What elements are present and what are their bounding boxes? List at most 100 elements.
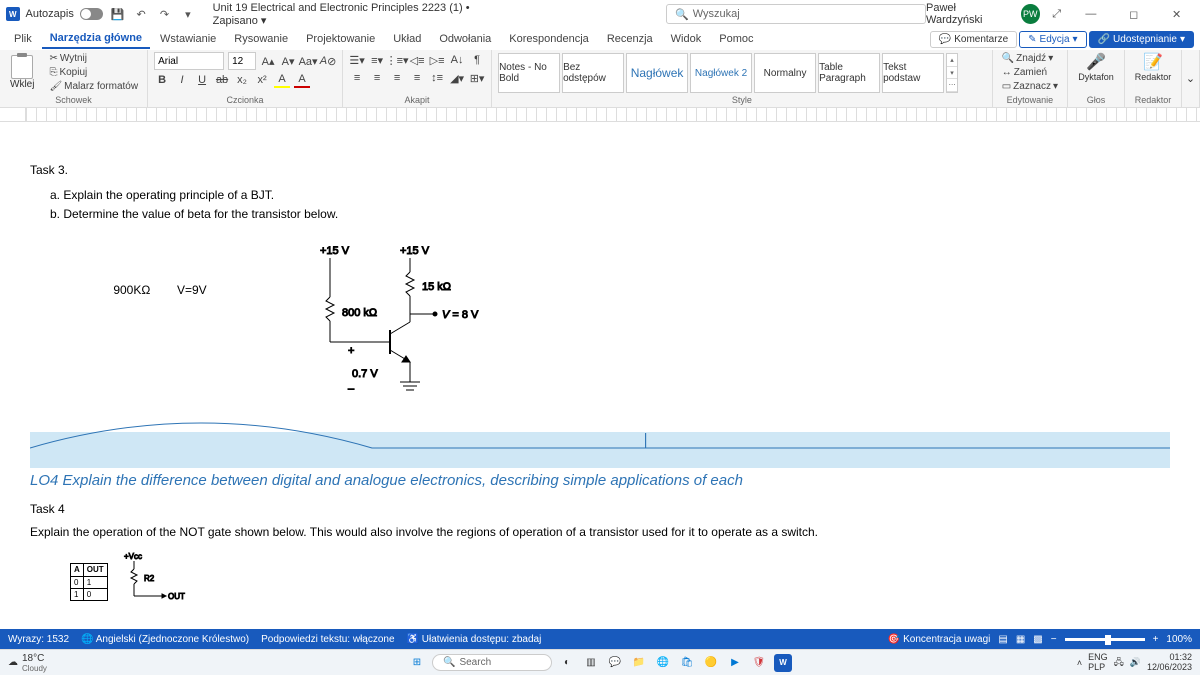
ruler[interactable] (0, 108, 1200, 122)
tray-chevron-icon[interactable]: ˄ (1077, 658, 1082, 668)
styles-scroll[interactable]: ▴▾⋯ (946, 53, 958, 93)
word-taskbar-icon[interactable]: W (774, 654, 792, 672)
multilevel-button[interactable]: ⋮≡▾ (389, 52, 405, 68)
style-item[interactable]: Bez odstępów (562, 53, 624, 93)
align-right-button[interactable]: ≡ (389, 70, 405, 86)
accessibility-status[interactable]: ♿ Ułatwienia dostępu: zbadaj (407, 634, 542, 645)
tab-insert[interactable]: Wstawianie (152, 30, 224, 48)
shrink-font-button[interactable]: A▾ (280, 53, 296, 69)
tab-draw[interactable]: Rysowanie (226, 30, 296, 48)
redo-icon[interactable]: ↷ (156, 5, 173, 23)
zoom-level[interactable]: 100% (1166, 634, 1192, 645)
maximize-button[interactable]: ◻ (1116, 2, 1151, 26)
edge-icon[interactable]: 🌐 (654, 654, 672, 672)
volume-icon[interactable]: 🔊 (1130, 657, 1141, 668)
bullets-button[interactable]: ☰▾ (349, 52, 365, 68)
start-button[interactable]: ⊞ (408, 654, 426, 672)
style-item[interactable]: Nagłówek 2 (690, 53, 752, 93)
app-icon[interactable]: ▶ (726, 654, 744, 672)
word-count[interactable]: Wyrazy: 1532 (8, 634, 69, 645)
editing-mode-button[interactable]: ✎ Edycja ▾ (1019, 31, 1086, 48)
view-web-icon[interactable]: ▩ (1033, 634, 1042, 645)
font-color-button[interactable]: A (294, 72, 310, 88)
document-title[interactable]: Unit 19 Electrical and Electronic Princi… (213, 2, 516, 27)
user-avatar[interactable]: PW (1021, 4, 1040, 24)
network-icon[interactable]: 🖧 (1114, 655, 1124, 671)
zoom-out[interactable]: − (1051, 634, 1057, 645)
editor-button[interactable]: 📝 Redaktor (1131, 52, 1175, 82)
zoom-in[interactable]: + (1153, 634, 1159, 645)
system-clock[interactable]: 01:32 12/06/2023 (1147, 653, 1192, 673)
focus-mode[interactable]: 🎯 Koncentracja uwagi (888, 634, 991, 645)
security-icon[interactable]: 🛡 (750, 654, 768, 672)
input-lang2[interactable]: PLP (1088, 663, 1108, 673)
sort-button[interactable]: A↓ (449, 52, 465, 68)
undo-icon[interactable]: ↶ (132, 5, 149, 23)
style-item[interactable]: Table Paragraph (818, 53, 880, 93)
share-button[interactable]: 🔗 Udostępnianie ▾ (1089, 31, 1194, 48)
document-area[interactable]: Task 3. a. Explain the operating princip… (0, 108, 1200, 629)
text-predictions[interactable]: Podpowiedzi tekstu: włączone (261, 634, 394, 645)
style-item[interactable]: Normalny (754, 53, 816, 93)
show-marks-button[interactable]: ¶ (469, 52, 485, 68)
search-box[interactable]: 🔍 Wyszukaj (666, 4, 926, 24)
numbering-button[interactable]: ≡▾ (369, 52, 385, 68)
tab-layout[interactable]: Układ (385, 30, 429, 48)
increase-indent-button[interactable]: ▷≡ (429, 52, 445, 68)
save-icon[interactable]: 💾 (109, 5, 126, 23)
tab-view[interactable]: Widok (663, 30, 710, 48)
view-read-icon[interactable]: ▤ (998, 634, 1007, 645)
dictate-button[interactable]: 🎤 Dyktafon (1074, 52, 1118, 82)
change-case-button[interactable]: Aa▾ (300, 53, 316, 69)
tab-references[interactable]: Odwołania (431, 30, 499, 48)
font-name-select[interactable] (154, 52, 224, 70)
collapse-ribbon[interactable]: ⌄ (1182, 50, 1200, 107)
highlight-button[interactable]: A (274, 72, 290, 88)
task-view-icon[interactable]: ▥ (582, 654, 600, 672)
shading-button[interactable]: ◢▾ (449, 70, 465, 86)
align-center-button[interactable]: ≡ (369, 70, 385, 86)
cut-button[interactable]: ✂ Wytnij (46, 52, 141, 65)
paste-button[interactable]: Wklej (6, 53, 38, 92)
tab-help[interactable]: Pomoc (711, 30, 761, 48)
underline-button[interactable]: U (194, 72, 210, 88)
format-painter-button[interactable]: 🖌 Malarz formatów (46, 80, 141, 93)
store-icon[interactable]: 🛍 (678, 654, 696, 672)
find-button[interactable]: 🔍 Znajdź ▾ (999, 52, 1061, 65)
grow-font-button[interactable]: A▴ (260, 53, 276, 69)
decrease-indent-button[interactable]: ◁≡ (409, 52, 425, 68)
ribbon-display-icon[interactable]: ⤢ (1048, 5, 1065, 23)
zoom-slider[interactable] (1065, 638, 1145, 641)
explorer-icon[interactable]: 📁 (630, 654, 648, 672)
justify-button[interactable]: ≡ (409, 70, 425, 86)
copy-button[interactable]: ⎘ Kopiuj (46, 66, 141, 79)
style-item[interactable]: Nagłówek (626, 53, 688, 93)
tab-file[interactable]: Plik (6, 30, 40, 48)
style-item[interactable]: Notes - No Bold (498, 53, 560, 93)
view-print-icon[interactable]: ▦ (1016, 634, 1025, 645)
tab-design[interactable]: Projektowanie (298, 30, 383, 48)
font-size-select[interactable] (228, 52, 256, 70)
line-spacing-button[interactable]: ↕≡ (429, 70, 445, 86)
tab-review[interactable]: Recenzja (599, 30, 661, 48)
replace-button[interactable]: ↔ Zamień (999, 66, 1061, 79)
borders-button[interactable]: ⊞▾ (469, 70, 485, 86)
chat-icon[interactable]: 💬 (606, 654, 624, 672)
align-left-button[interactable]: ≡ (349, 70, 365, 86)
superscript-button[interactable]: x² (254, 72, 270, 88)
subscript-button[interactable]: x₂ (234, 72, 250, 88)
taskbar-search[interactable]: 🔍 Search (432, 654, 552, 671)
bold-button[interactable]: B (154, 72, 170, 88)
close-button[interactable]: ✕ (1159, 2, 1194, 26)
language-status[interactable]: 🌐 Angielski (Zjednoczone Królestwo) (81, 634, 249, 645)
copilot-icon[interactable]: ◐ (558, 654, 576, 672)
comments-button[interactable]: 💬 Komentarze (930, 31, 1017, 48)
strikethrough-button[interactable]: ab (214, 72, 230, 88)
autosave-toggle[interactable] (80, 8, 103, 20)
clear-formatting-button[interactable]: A⊘ (320, 53, 336, 69)
tab-mailings[interactable]: Korespondencja (501, 30, 597, 48)
tab-home[interactable]: Narzędzia główne (42, 29, 150, 49)
document-page[interactable]: Task 3. a. Explain the operating princip… (0, 122, 1200, 611)
select-button[interactable]: ▭ Zaznacz ▾ (999, 80, 1061, 93)
qat-more-icon[interactable]: ▾ (179, 5, 196, 23)
